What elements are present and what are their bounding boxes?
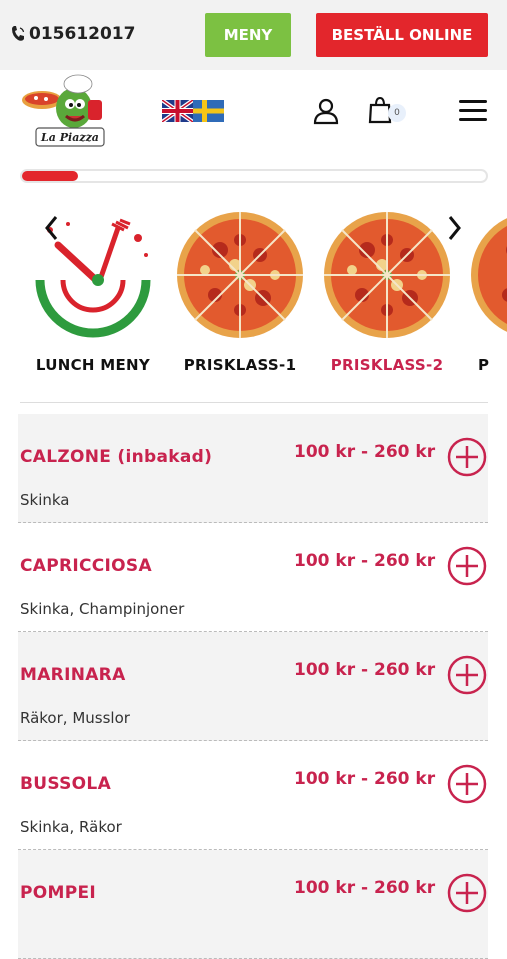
- carousel-prev-arrow-icon[interactable]: [44, 214, 58, 242]
- category-carousel: LUNCH MENY PRISKLASS-1 PRISKLASS-2 P: [0, 200, 507, 390]
- menu-item[interactable]: POMPEI 100 kr - 260 kr: [18, 850, 488, 959]
- item-description: Skinka, Räkor: [20, 818, 122, 836]
- add-to-cart-icon[interactable]: [447, 655, 487, 695]
- item-description: Skinka, Champinjoner: [20, 600, 185, 618]
- add-to-cart-icon[interactable]: [447, 546, 487, 586]
- menu-item[interactable]: MARINARA Räkor, Musslor 100 kr - 260 kr: [18, 632, 488, 741]
- section-divider: [20, 402, 488, 403]
- item-price: 100 kr - 260 kr: [294, 551, 436, 571]
- menu-item[interactable]: CALZONE (inbakad) Skinka 100 kr - 260 kr: [18, 414, 488, 523]
- phone-icon: [12, 26, 25, 41]
- category-label: LUNCH MENY: [35, 356, 151, 374]
- menu-item-list: CALZONE (inbakad) Skinka 100 kr - 260 kr…: [18, 414, 488, 959]
- user-account-icon[interactable]: [312, 97, 340, 125]
- add-to-cart-icon[interactable]: [447, 764, 487, 804]
- category-prisklass-2[interactable]: PRISKLASS-2: [317, 200, 457, 374]
- carousel-next-arrow-icon[interactable]: [448, 214, 462, 242]
- item-description: Skinka: [20, 491, 70, 509]
- menu-item[interactable]: BUSSOLA Skinka, Räkor 100 kr - 260 kr: [18, 741, 488, 850]
- uk-flag-icon[interactable]: [162, 100, 193, 122]
- pizza-image: [324, 212, 450, 338]
- pizza-image: [177, 212, 303, 338]
- item-price: 100 kr - 260 kr: [294, 442, 436, 462]
- item-price: 100 kr - 260 kr: [294, 660, 436, 680]
- item-name: CALZONE (inbakad): [20, 447, 213, 467]
- category-label: PRISKLASS-2: [330, 356, 444, 374]
- cart-count-badge: 0: [388, 104, 406, 122]
- item-name: POMPEI: [20, 883, 97, 903]
- phone-link[interactable]: 015612017: [10, 24, 135, 44]
- menu-item[interactable]: CAPRICCIOSA Skinka, Champinjoner 100 kr …: [18, 523, 488, 632]
- item-description: Räkor, Musslor: [20, 709, 130, 727]
- sweden-flag-icon[interactable]: [193, 100, 224, 122]
- item-price: 100 kr - 260 kr: [294, 878, 436, 898]
- logo-text: La Piazza: [40, 131, 99, 144]
- item-name: BUSSOLA: [20, 774, 112, 794]
- top-bar: 015612017 MENY BESTÄLL ONLINE: [0, 0, 507, 70]
- category-label: PRISKLASS-1: [183, 356, 297, 374]
- add-to-cart-icon[interactable]: [447, 437, 487, 477]
- item-name: CAPRICCIOSA: [20, 556, 152, 576]
- phone-number: 015612017: [29, 24, 136, 44]
- hamburger-menu-icon[interactable]: [459, 100, 487, 122]
- category-partial[interactable]: P: [464, 200, 507, 374]
- la-piazza-logo[interactable]: La Piazza: [18, 72, 112, 152]
- category-prisklass-1[interactable]: PRISKLASS-1: [170, 200, 310, 374]
- progress-fill: [22, 171, 78, 181]
- category-label: P: [478, 356, 490, 374]
- menu-button[interactable]: MENY: [205, 13, 291, 57]
- language-switcher: [162, 100, 224, 122]
- category-scroll-progress: [20, 169, 488, 183]
- item-price: 100 kr - 260 kr: [294, 769, 436, 789]
- item-name: MARINARA: [20, 665, 126, 685]
- site-header: La Piazza 0: [0, 70, 507, 160]
- pizza-image: [471, 218, 507, 332]
- add-to-cart-icon[interactable]: [447, 873, 487, 913]
- order-online-button[interactable]: BESTÄLL ONLINE: [316, 13, 488, 57]
